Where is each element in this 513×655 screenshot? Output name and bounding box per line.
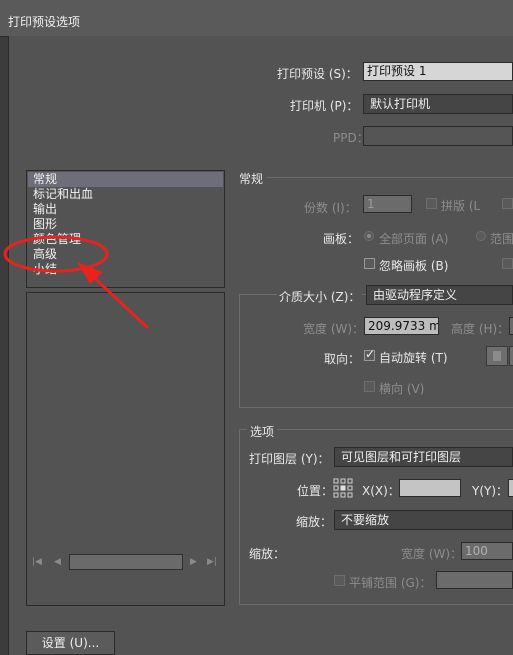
preset-dropdown[interactable]: 打印预设 1 — [363, 62, 513, 81]
selected-highlight — [28, 172, 223, 187]
options-section-title: 选项 — [247, 423, 278, 440]
setup-button[interactable]: 设置 (U)... — [26, 631, 115, 655]
artboard-label: 画板： — [323, 232, 360, 246]
landscape-checkbox[interactable] — [364, 381, 375, 392]
preset-label: 打印预设 (S)： — [277, 67, 358, 81]
prev-page-icon[interactable]: ◀ — [54, 557, 61, 567]
copies-label: 份数 (I)： — [304, 201, 357, 215]
ppd-dropdown[interactable] — [363, 126, 513, 146]
auto-rotate-checkbox[interactable]: ✓ — [364, 347, 376, 361]
annotation-arrow-shaft — [86, 270, 150, 330]
auto-rotate-label: 自动旋转 (T) — [379, 351, 448, 365]
preview-pane: |◀ ◀ ▶ ▶| — [26, 292, 225, 606]
print-layers-dropdown[interactable]: 可见图层和可打印图层 — [334, 447, 513, 467]
general-separator — [266, 177, 513, 178]
all-pages-label: 全部页面 (A) — [379, 232, 449, 246]
category-item-output[interactable]: 输出 — [33, 202, 57, 217]
annotation-overlay — [3, 235, 150, 330]
all-pages-radio[interactable] — [364, 231, 374, 241]
category-item-general[interactable]: 常规 — [33, 172, 57, 187]
title-bar: 打印预设选项 — [0, 0, 513, 37]
orientation-label: 取向： — [324, 352, 361, 366]
ignore-artboards-label: 忽略画板 (B) — [379, 259, 449, 273]
scaling-label: 缩放： — [296, 515, 333, 529]
ignore-artboards-checkbox[interactable] — [364, 258, 375, 269]
media-width-label: 宽度 (W)： — [303, 322, 365, 336]
tile-range-input[interactable] — [436, 571, 513, 589]
media-height-label: 高度 (H)： — [451, 322, 510, 336]
scale-width-input[interactable]: 100 — [461, 542, 513, 560]
window-title: 打印预设选项 — [8, 15, 81, 29]
category-item-marks-bleed[interactable]: 标记和出血 — [33, 187, 93, 202]
next-page-icon[interactable]: ▶ — [190, 557, 197, 567]
x-input[interactable] — [399, 479, 461, 497]
print-layers-label: 打印图层 (Y)： — [249, 452, 330, 466]
portrait-orientation-icon[interactable] — [486, 346, 508, 366]
checkmark-icon: ✓ — [365, 347, 376, 361]
tile-range-label: 平铺范围 (G)： — [349, 576, 432, 590]
media-width-input[interactable]: 209.9733 m — [364, 317, 439, 335]
position-label: 位置： — [297, 484, 334, 498]
last-page-icon[interactable]: ▶| — [207, 557, 217, 567]
annotation-ellipse — [3, 235, 109, 273]
printer-label: 打印机 (P)： — [290, 99, 359, 113]
preview-scrollbar[interactable] — [69, 554, 183, 570]
printer-dropdown[interactable]: 默认打印机 — [363, 94, 513, 114]
media-group — [239, 294, 513, 408]
media-size-dropdown[interactable]: 由驱动程序定义 — [366, 285, 513, 305]
landscape-orientation-icon[interactable] — [509, 346, 513, 366]
scale-label: 缩放： — [249, 547, 286, 561]
y-label: Y(Y)： — [472, 484, 509, 498]
landscape-label: 横向 (V) — [379, 382, 425, 396]
skip-blank-checkbox[interactable] — [502, 258, 513, 269]
x-label: X(X)： — [362, 484, 400, 498]
range-radio[interactable] — [476, 231, 486, 241]
scaling-dropdown[interactable]: 不要缩放 — [334, 510, 513, 530]
media-size-label: 介质大小 (Z)： — [277, 288, 363, 305]
copies-input[interactable]: 1 — [363, 195, 412, 213]
first-page-icon[interactable]: |◀ — [32, 557, 42, 567]
general-section-title: 常规 — [239, 172, 264, 186]
y-input[interactable] — [508, 479, 513, 497]
position-grid-icon[interactable] — [333, 478, 353, 498]
tile-range-checkbox[interactable] — [334, 575, 345, 586]
scale-width-label: 宽度 (W)： — [401, 547, 463, 561]
media-height-input[interactable] — [509, 317, 513, 335]
collate-checkbox[interactable] — [426, 198, 437, 209]
collate-label: 拼版 (L — [441, 199, 481, 213]
reverse-order-checkbox[interactable] — [502, 198, 513, 209]
range-label: 范围 — [490, 232, 513, 246]
